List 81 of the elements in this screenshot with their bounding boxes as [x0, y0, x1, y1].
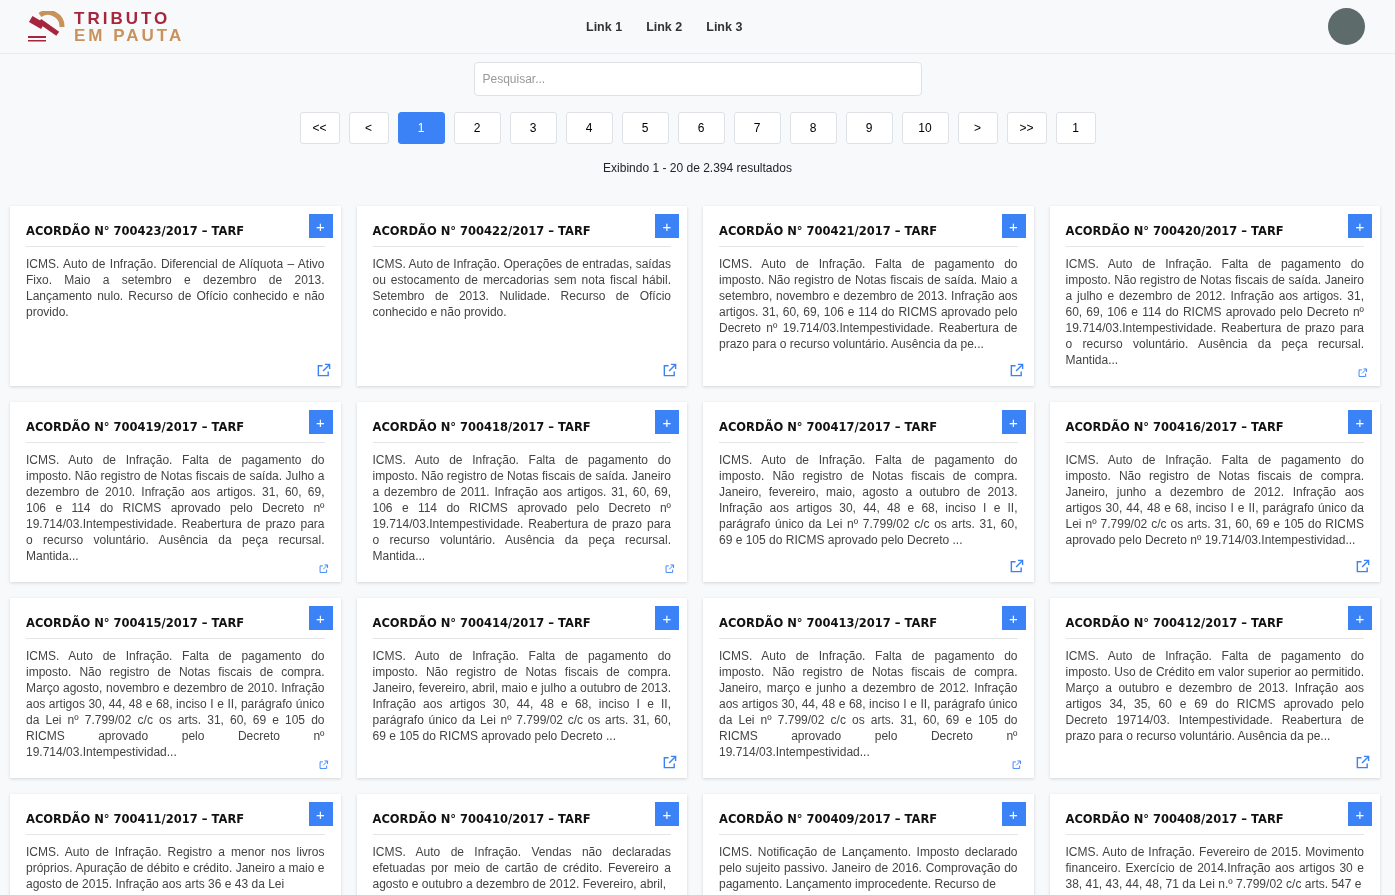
card-title: ACORDÃO N° 700409/2017 – TARF — [719, 812, 939, 826]
add-button[interactable]: + — [1348, 802, 1372, 826]
card-summary: ICMS. Auto de Infração. Falta de pagamento do imposto. Uso de Crédito em valor superior ao permitido. Março a outubro e dezembro de 2013. Infração aos artigos 34, 35, 60 e 69 do RICMS aprovado pelo Decreto 19714/03. Intempestividade. Reabertura de prazo para o recurso voluntário. Ausência da pe... — [1065, 648, 1364, 745]
card-summary: ICMS. Auto de Infração. Fevereiro de 2015. Movimento financeiro. Exercício de 2014.Infração aos artigos 30 e 38, 41, 43, 44, 48, 71 da Lei n.º 7.799/02 c/c arts. 547 e — [1065, 844, 1364, 893]
page-button[interactable]: 2 — [453, 112, 501, 144]
external-link-icon[interactable] — [662, 755, 677, 770]
external-link-icon[interactable] — [662, 363, 677, 378]
add-button[interactable]: + — [1348, 410, 1372, 434]
card-title: ACORDÃO N° 700421/2017 – TARF — [719, 224, 939, 238]
external-link-icon[interactable] — [662, 564, 677, 574]
add-button[interactable]: + — [655, 606, 679, 630]
nav-link[interactable]: Link 3 — [706, 19, 743, 34]
external-link-icon[interactable] — [1008, 363, 1024, 378]
logo-text: TRIBUTO — [74, 9, 172, 27]
card-summary: ICMS. Auto de Infração. Falta de pagamento do imposto. Não registro de Notas fiscais de compra. Janeiro, fevereiro, maio, agosto a outubro de 2013. Infração aos artigos 30, 44, 48 e 68, inciso I e II, parágrafo único da Lei nº 7.799/02 c/c os arts. 31, 60, 69 e 105 do RICMS aprovado pelo Decreto ... — [719, 452, 1018, 549]
card-summary: ICMS. Auto de Infração. Falta de pagamento do imposto. Não registro de Notas fiscais de saída. Janeiro a julho e dezembro de 2012. Infração aos artigos. 31, 60, 69, 106 e 114 do RICMS aprovado pelo Decreto nº 19.714/03.Intempestividade. Reabertura de prazo para o recurso voluntário. Ausência da peça recursal. Mantida... — [1065, 256, 1364, 368]
card-title: ACORDÃO N° 700417/2017 – TARF — [719, 420, 939, 434]
card-title: ACORDÃO N° 700416/2017 – TARF — [1065, 420, 1285, 434]
external-link-icon[interactable] — [1355, 559, 1370, 574]
card-summary: ICMS. Auto de Infração. Registro a menor nos livros próprios. Apuração de débito e crédito. Janeiro a maio e agosto de 2015. Infração aos arts 36 e 43 da Lei — [26, 844, 325, 893]
page-button[interactable]: >> — [1006, 112, 1047, 144]
card-title: ACORDÃO N° 700419/2017 – TARF — [26, 420, 246, 434]
card-title: ACORDÃO N° 700420/2017 – TARF — [1065, 224, 1285, 238]
results-count: Exibindo 1 - 20 de 2.394 resultados — [602, 161, 793, 175]
page-button[interactable]: 7 — [733, 112, 781, 144]
logo-subtext: EM PAUTA — [74, 26, 185, 44]
card-title: ACORDÃO N° 700410/2017 – TARF — [372, 812, 592, 826]
page-button[interactable]: 1 — [1055, 112, 1096, 144]
page-button[interactable]: > — [957, 112, 998, 144]
nav-link[interactable]: Link 1 — [586, 19, 623, 34]
search-field[interactable]: Pesquisar... — [473, 62, 922, 96]
page-button[interactable]: 6 — [677, 112, 725, 144]
card-summary: ICMS. Auto de Infração. Falta de pagamento do imposto. Não registro de Notas fiscais de saída. Julho a dezembro de 2010. Infração aos artigos. 31, 60, 69, 106 e 114 do RICMS aprovado pelo Decreto nº 19.714/03.Intempestividade. Reabertura de prazo para o recurso voluntário. Ausência da peça recursal. Mantida... — [26, 452, 325, 564]
card-title: ACORDÃO N° 700418/2017 – TARF — [372, 420, 592, 434]
card-summary: ICMS. Auto de Infração. Falta de pagamento do imposto. Não registro de Notas fiscais de compra. Janeiro, fevereiro, abril, maio e julho a outubro de 2013. Infração aos artigos 30, 44, 48 e 68, inciso I e II, parágrafo único da Lei nº 7.799/02 c/c os arts. 31, 60, 69 e 105 do RICMS aprovado pelo Decreto ... — [372, 648, 671, 745]
external-link-icon[interactable] — [1355, 368, 1370, 378]
nav-link[interactable]: Link 2 — [646, 19, 683, 34]
card-title: ACORDÃO N° 700408/2017 – TARF — [1065, 812, 1285, 826]
card-title: ACORDÃO N° 700423/2017 – TARF — [26, 224, 246, 238]
add-button[interactable]: + — [655, 214, 679, 238]
add-button[interactable]: + — [1001, 606, 1026, 630]
page-button[interactable]: 8 — [789, 112, 837, 144]
card-title: ACORDÃO N° 700422/2017 – TARF — [372, 224, 592, 238]
external-link-icon[interactable] — [1355, 755, 1370, 770]
page-button[interactable]: << — [299, 112, 340, 144]
page-button[interactable]: 1 — [397, 112, 445, 144]
card-summary: ICMS. Auto de Infração. Falta de pagamento do imposto. Não registro de Notas fiscais de saída. Maio a setembro, novembro e dezembro de 2013. Infração aos artigos. 31, 60, 69, 106 e 114 do RICMS aprovado pelo Decreto nº 19.714/03.Intempestividade. Reabertura de prazo para o recurso voluntário. Ausência da pe... — [719, 256, 1018, 353]
add-button[interactable]: + — [655, 802, 679, 826]
card-summary: ICMS. Auto de Infração. Falta de pagamento do imposto. Não registro de Notas fiscais de saída. Janeiro a dezembro de 2011. Infração aos artigos. 31, 60, 69, 106 e 114 do RICMS aprovado pelo Decreto nº 19.714/03.Intempestividade. Reabertura de prazo para o recurso voluntário. Ausência da peça recursal. Mantida... — [372, 452, 671, 564]
external-link-icon[interactable] — [315, 363, 331, 378]
page-button[interactable]: 3 — [509, 112, 557, 144]
add-button[interactable]: + — [1001, 802, 1026, 826]
gavel-logo-icon — [26, 10, 66, 43]
card-summary: ICMS. Auto de Infração. Falta de pagamento do imposto. Não registro de Notas fiscais de compra. Janeiro, março e junho a dezembro de 2012. Infração aos artigos 30, 44, 48 e 68, inciso I e II, parágrafo único da Lei nº 7.799/02 c/c os arts. 31, 60, 69 e 105 do RICMS aprovado pelo Decreto nº 19.714/03.Intempestividad... — [719, 648, 1018, 760]
card-summary: ICMS. Auto de Infração. Diferencial de Alíquota – Ativo Fixo. Maio a setembro e dezembro de 2013. Lançamento nulo. Recurso de Ofício conhecido e não provido. — [26, 256, 325, 321]
add-button[interactable]: + — [1348, 214, 1372, 238]
page-button[interactable]: 9 — [845, 112, 893, 144]
add-button[interactable]: + — [655, 410, 679, 434]
user-avatar[interactable] — [1328, 8, 1365, 45]
page-button[interactable]: < — [348, 112, 389, 144]
add-button[interactable]: + — [308, 606, 333, 630]
page-button[interactable]: 4 — [565, 112, 613, 144]
page-button[interactable]: 5 — [621, 112, 669, 144]
card-summary: ICMS. Auto de Infração. Falta de pagamento do imposto. Não registro de Notas fiscais de compra. Março agosto, novembro e dezembro de 2010. Infração aos artigos 30, 44, 48 e 68, inciso I e II, parágrafo único da Lei nº 7.799/02 c/c os arts. 31, 60, 69 e 105 do RICMS aprovado pelo Decreto nº 19.714/03.Intempestividad... — [26, 648, 325, 760]
card-title: ACORDÃO N° 700414/2017 – TARF — [372, 616, 592, 630]
card-summary: ICMS. Notificação de Lançamento. Imposto declarado pelo sujeito passivo. Janeiro de 2016. Comprovação do pagamento. Lançamento improcedente. Recurso de — [719, 844, 1018, 893]
external-link-icon[interactable] — [1008, 559, 1024, 574]
add-button[interactable]: + — [308, 214, 333, 238]
card-title: ACORDÃO N° 700411/2017 – TARF — [26, 812, 246, 826]
add-button[interactable]: + — [1348, 606, 1372, 630]
card-title: ACORDÃO N° 700412/2017 – TARF — [1065, 616, 1285, 630]
page-button[interactable]: 10 — [901, 112, 949, 144]
card-summary: ICMS. Auto de Infração. Vendas não declaradas efetuadas por meio de cartão de crédito. Fevereiro a agosto e outubro a dezembro de 2012. Fevereiro, abril, — [372, 844, 671, 893]
add-button[interactable]: + — [1001, 410, 1026, 434]
card-summary: ICMS. Auto de Infração. Falta de pagamento do imposto. Não registro de Notas fiscais de compra. Janeiro, junho a dezembro de 2012. Infração aos artigos 30, 44, 48 e 68, inciso I e II, parágrafo único da Lei nº 7.799/02 c/c os arts. 31, 60, 69 e 105 do RICMS aprovado pelo Decreto nº 19.714/03.Intempestividad... — [1065, 452, 1364, 549]
card-title: ACORDÃO N° 700413/2017 – TARF — [719, 616, 939, 630]
add-button[interactable]: + — [308, 410, 333, 434]
add-button[interactable]: + — [308, 802, 333, 826]
card-title: ACORDÃO N° 700415/2017 – TARF — [26, 616, 246, 630]
card-summary: ICMS. Auto de Infração. Operações de entradas, saídas ou estocamento de mercadorias sem nota fiscal hábil. Setembro de 2013. Nulidade. Recurso de Ofício conhecido e não provido. — [372, 256, 671, 321]
add-button[interactable]: + — [1001, 214, 1026, 238]
